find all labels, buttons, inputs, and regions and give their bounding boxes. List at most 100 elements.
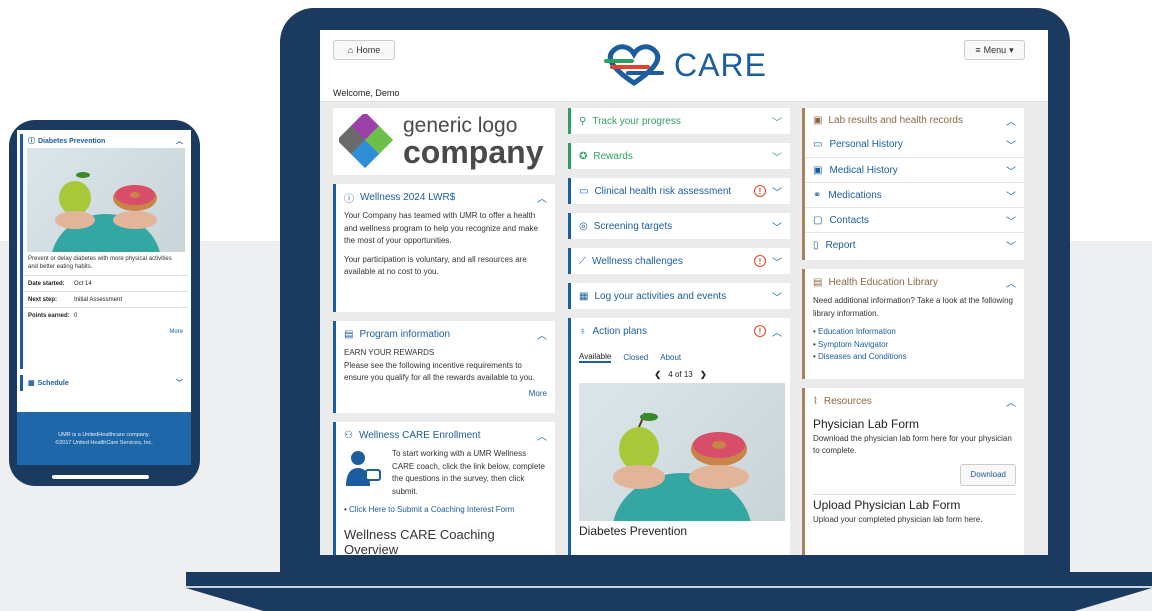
chevron-down-icon: ﹀ [1006, 241, 1016, 253]
coaching-form-link[interactable]: Click Here to Submit a Coaching Interest… [349, 505, 514, 514]
medical-history-label: Medical History [829, 164, 898, 176]
lab-form-text: Download the physician lab form here for… [813, 433, 1012, 456]
prev-arrow-icon[interactable]: ❮ [654, 370, 661, 379]
program-heading: EARN YOUR REWARDS [344, 348, 435, 357]
chart-line-icon: ⟋ [579, 255, 586, 267]
screening-label: Screening targets [593, 220, 673, 232]
chevron-down-icon: ﹀ [772, 152, 782, 164]
calendar-icon: ▦ [579, 290, 589, 302]
wellness-card-body: Your Company has teamed with UMR to offe… [336, 210, 555, 285]
lab-results-header[interactable]: ▣ Lab results and health records ︿ [805, 108, 1024, 132]
personal-history-label: Personal History [829, 139, 903, 150]
track-progress-card[interactable]: ⚲ Track your progress ﹀ [568, 108, 790, 134]
laptop-base-edge [186, 586, 1152, 588]
alert-icon: ! [754, 185, 766, 197]
right-column: ▣ Lab results and health records ︿ ▭ Per… [802, 108, 1024, 555]
action-plans-header[interactable]: ♁ Action plans ! ︿ [571, 318, 790, 344]
company-logo-tile: generic logo company [333, 108, 555, 175]
middle-column: ⚲ Track your progress ﹀ ✪ Rewards ﹀ ▭ Cl… [568, 108, 790, 555]
wellness-paragraph-1: Your Company has teamed with UMR to offe… [344, 211, 538, 245]
target-icon: ◎ [579, 220, 588, 232]
program-card-title: Program information [359, 328, 451, 340]
chevron-down-icon: ﹀ [1006, 141, 1016, 152]
library-header[interactable]: ▤ Health Education Library ︿ [805, 269, 1024, 295]
chevron-down-icon: ﹀ [772, 187, 782, 199]
library-link-3-row: • Diseases and Conditions [813, 352, 907, 361]
rewards-label: Rewards [593, 150, 633, 162]
health-risk-card[interactable]: ▭ Clinical health risk assessment ! ﹀ [568, 178, 790, 204]
phone-card-header[interactable]: ⓘ Diabetes Prevention ︿ [23, 134, 188, 148]
menu-button[interactable]: ≡ Menu ▾ [964, 40, 1025, 60]
home-button[interactable]: ⌂ Home [333, 40, 395, 60]
chevron-up-icon: ︿ [1006, 278, 1016, 290]
download-button[interactable]: Download [960, 463, 1016, 486]
diseases-conditions-link[interactable]: Diseases and Conditions [818, 352, 907, 361]
library-title: Health Education Library [828, 276, 938, 288]
wellness-card-header[interactable]: ⓘ Wellness 2024 LWR$ ︿ [336, 184, 555, 210]
medications-row[interactable]: ⚭ Medications ﹀ [805, 182, 1024, 207]
report-row[interactable]: ▯ Report ﹀ [805, 232, 1024, 257]
plan-title: Diabetes Prevention [579, 524, 688, 538]
phone-row-next: Next step: Initial Assessment [23, 291, 188, 307]
chevron-up-icon: ︿ [537, 431, 547, 443]
phone-schedule-header: ▦ Schedule ﹀ [23, 375, 188, 391]
chevron-down-icon: ﹀ [1006, 191, 1016, 203]
library-intro: Need additional information? Take a look… [813, 296, 1013, 318]
enrollment-card-header[interactable]: ⚇ Wellness CARE Enrollment ︿ [336, 422, 555, 448]
phone-schedule-card[interactable]: ▦ Schedule ﹀ [20, 375, 188, 391]
brand-name: CARE [674, 46, 767, 83]
resources-title: Resources [823, 395, 872, 407]
logo-line2: company [403, 134, 544, 170]
upload-form-text: Upload your completed physician lab form… [813, 514, 983, 524]
row-key: Date started: [28, 280, 65, 287]
coach-icon [346, 451, 381, 486]
personal-history-row[interactable]: ▭ Personal History ﹀ [805, 132, 1024, 157]
program-more-link[interactable]: More [344, 388, 547, 401]
chevron-up-icon: ︿ [772, 327, 782, 339]
log-activities-card[interactable]: ▦ Log your activities and events ﹀ [568, 283, 790, 309]
track-progress-header: ⚲ Track your progress ﹀ [571, 108, 790, 134]
logo-line1: generic logo [403, 114, 518, 137]
medical-history-row[interactable]: ▣ Medical History ﹀ [805, 157, 1024, 182]
health-risk-label: Clinical health risk assessment [594, 185, 732, 197]
chevron-down-icon: ﹀ [1006, 166, 1016, 178]
care-logo: CARE [602, 42, 772, 88]
challenges-card[interactable]: ⟋ Wellness challenges ! ﹀ [568, 248, 790, 274]
marketing-composition: ⌂ Home CARE ≡ Menu ▾ Welcome, Demo gener… [0, 0, 1152, 611]
tab-available[interactable]: Available [579, 352, 612, 363]
row-key: Next step: [28, 296, 58, 303]
phone-row-points: Points earned: 0 [23, 307, 188, 323]
welcome-text: Welcome, Demo [333, 88, 400, 98]
action-plan-tabs: Available Closed About [571, 348, 790, 366]
caret-down-icon: ▾ [1009, 44, 1014, 55]
phone-more-link[interactable]: More [23, 323, 188, 335]
contacts-row[interactable]: ▢ Contacts ﹀ [805, 207, 1024, 232]
route-icon: ♁ [579, 325, 587, 337]
tab-closed[interactable]: Closed [623, 353, 648, 362]
report-label: Report [825, 239, 856, 251]
challenges-label: Wellness challenges [592, 255, 683, 267]
program-card-header[interactable]: ▤ Program information ︿ [336, 321, 555, 347]
symptom-navigator-link[interactable]: Symptom Navigator [818, 340, 888, 349]
screening-card[interactable]: ◎ Screening targets ﹀ [568, 213, 790, 239]
book-icon: ▤ [813, 276, 823, 288]
diabetes-photo [579, 383, 785, 521]
rewards-card[interactable]: ✪ Rewards ﹀ [568, 143, 790, 169]
chevron-up-icon: ︿ [1006, 116, 1016, 128]
info-icon: ⓘ [344, 193, 354, 205]
library-card: ▤ Health Education Library ︿ Need additi… [802, 269, 1024, 379]
program-card: ▤ Program information ︿ EARN YOUR REWARD… [333, 321, 555, 413]
chevron-down-icon: ﹀ [1006, 216, 1016, 228]
resources-header[interactable]: ⌇ Resources ︿ [805, 388, 1024, 414]
wellness-paragraph-2: Your participation is voluntary, and all… [344, 254, 527, 277]
tab-about[interactable]: About [660, 353, 681, 362]
library-link-1-row: • Education Information [813, 327, 896, 336]
pills-icon: ⚭ [813, 189, 822, 201]
education-info-link[interactable]: Education Information [818, 327, 896, 336]
info-icon: ⓘ [28, 138, 35, 145]
wellness-card-title: Wellness 2024 LWR$ [360, 191, 456, 203]
newspaper-icon: ▤ [344, 328, 354, 340]
track-progress-label: Track your progress [592, 115, 681, 127]
next-arrow-icon[interactable]: ❯ [700, 370, 707, 379]
health-risk-header: ▭ Clinical health risk assessment ! ﹀ [571, 178, 790, 204]
